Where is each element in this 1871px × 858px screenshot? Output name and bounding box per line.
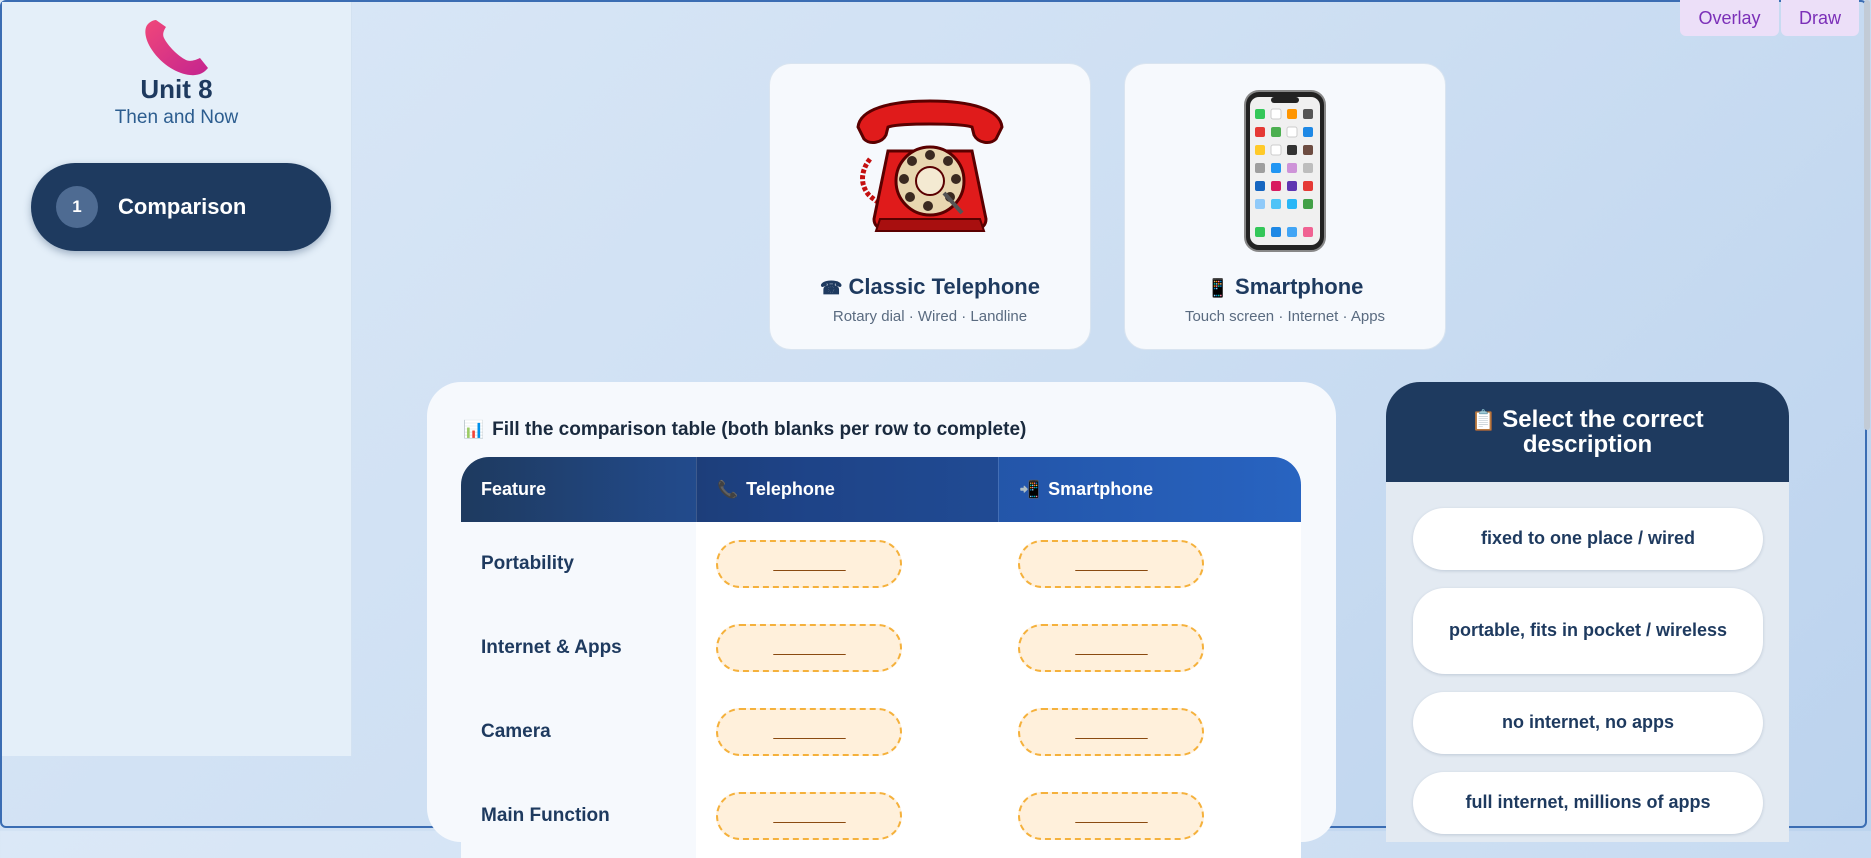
option-no-internet[interactable]: no internet, no apps (1413, 692, 1763, 754)
option-fixed-wired[interactable]: fixed to one place / wired (1413, 508, 1763, 570)
header-smartphone-label: Smartphone (1048, 479, 1154, 499)
select-panel-header: 📋 Select the correct description (1386, 382, 1789, 482)
overlay-button[interactable]: Overlay (1680, 0, 1779, 36)
table-row: Portability _________ _________ (461, 522, 1301, 606)
telephone-card-title: ☎ Classic Telephone (770, 274, 1090, 300)
header-telephone-label: Telephone (746, 479, 835, 499)
comparison-table: Feature 📞 Telephone 📲 Smartphone Portabili… (461, 457, 1301, 858)
unit-title: Unit 8 (140, 74, 213, 104)
draw-button[interactable]: Draw (1781, 0, 1859, 36)
table-row: Main Function _________ _________ (461, 774, 1301, 858)
telephone-card-description: Rotary dial · Wired · Landline (832, 308, 1028, 325)
smartphone-card-description: Touch screen · Internet · Apps (1184, 308, 1386, 325)
rotary-telephone-image (856, 99, 1004, 232)
select-panel-title: Select the correct description (1502, 405, 1704, 458)
option-portable-wireless[interactable]: portable, fits in pocket / wireless (1413, 588, 1763, 674)
telephone-receiver-icon (145, 20, 208, 76)
vertical-scrollbar[interactable] (1864, 0, 1870, 430)
sidebar-item-comparison[interactable]: 1 Comparison (31, 163, 331, 251)
bar-chart-icon: 📊 (463, 420, 485, 439)
table-row: Internet & Apps _________ _________ (461, 606, 1301, 690)
unit-subtitle: Then and Now (114, 107, 239, 128)
step-number-badge: 1 (56, 186, 98, 228)
telephone-card: ☎ Classic Telephone Rotary dial · Wired ·… (769, 63, 1091, 350)
sidebar: Unit 8 Then and Now 1 Comparison (2, 2, 352, 756)
smartphone-blank-slot[interactable]: _________ (1018, 540, 1204, 588)
row-feature-label: Camera (461, 690, 696, 774)
smartphone-card: 📱 Smartphone Touch screen · Internet · Ap… (1124, 63, 1446, 350)
table-header: Feature 📞 Telephone 📲 Smartphone (461, 457, 1301, 522)
clipboard-icon: 📋 (1471, 409, 1497, 432)
table-instruction-text: Fill the comparison table (both blanks p… (492, 419, 1027, 440)
smartphone-blank-slot[interactable]: _________ (1018, 624, 1204, 672)
smartphone-blank-slot[interactable]: _________ (1018, 792, 1204, 840)
smartphone-image (1244, 90, 1326, 252)
row-feature-label: Portability (461, 522, 696, 606)
header-telephone: 📞 Telephone (696, 457, 998, 522)
telephone-receiver-icon: 📞 (717, 479, 739, 499)
comparison-table-panel: 📊 Fill the comparison table (both blanks … (427, 382, 1336, 858)
sidebar-item-label: Comparison (118, 194, 247, 219)
smartphone-title-text: Smartphone (1235, 274, 1364, 299)
description-select-panel: 📋 Select the correct description fixed to… (1386, 382, 1789, 842)
mobile-phone-icon: 📱 (1206, 278, 1230, 298)
header-feature: Feature (481, 479, 547, 499)
row-feature-label: Internet & Apps (461, 606, 696, 690)
smartphone-card-title: 📱 Smartphone (1125, 274, 1445, 300)
telephone-blank-slot[interactable]: _________ (716, 624, 902, 672)
mobile-arrow-icon: 📲 (1019, 479, 1041, 499)
header-smartphone: 📲 Smartphone (998, 457, 1301, 522)
option-full-internet[interactable]: full internet, millions of apps (1413, 772, 1763, 834)
telephone-title-text: Classic Telephone (848, 274, 1040, 299)
telephone-icon: ☎ (820, 278, 843, 298)
telephone-blank-slot[interactable]: _________ (716, 540, 902, 588)
table-instruction: 📊 Fill the comparison table (both blanks … (463, 419, 1026, 441)
smartphone-blank-slot[interactable]: _________ (1018, 708, 1204, 756)
telephone-blank-slot[interactable]: _________ (716, 708, 902, 756)
telephone-blank-slot[interactable]: _________ (716, 792, 902, 840)
row-feature-label: Main Function (461, 774, 696, 858)
table-row: Camera _________ _________ (461, 690, 1301, 774)
